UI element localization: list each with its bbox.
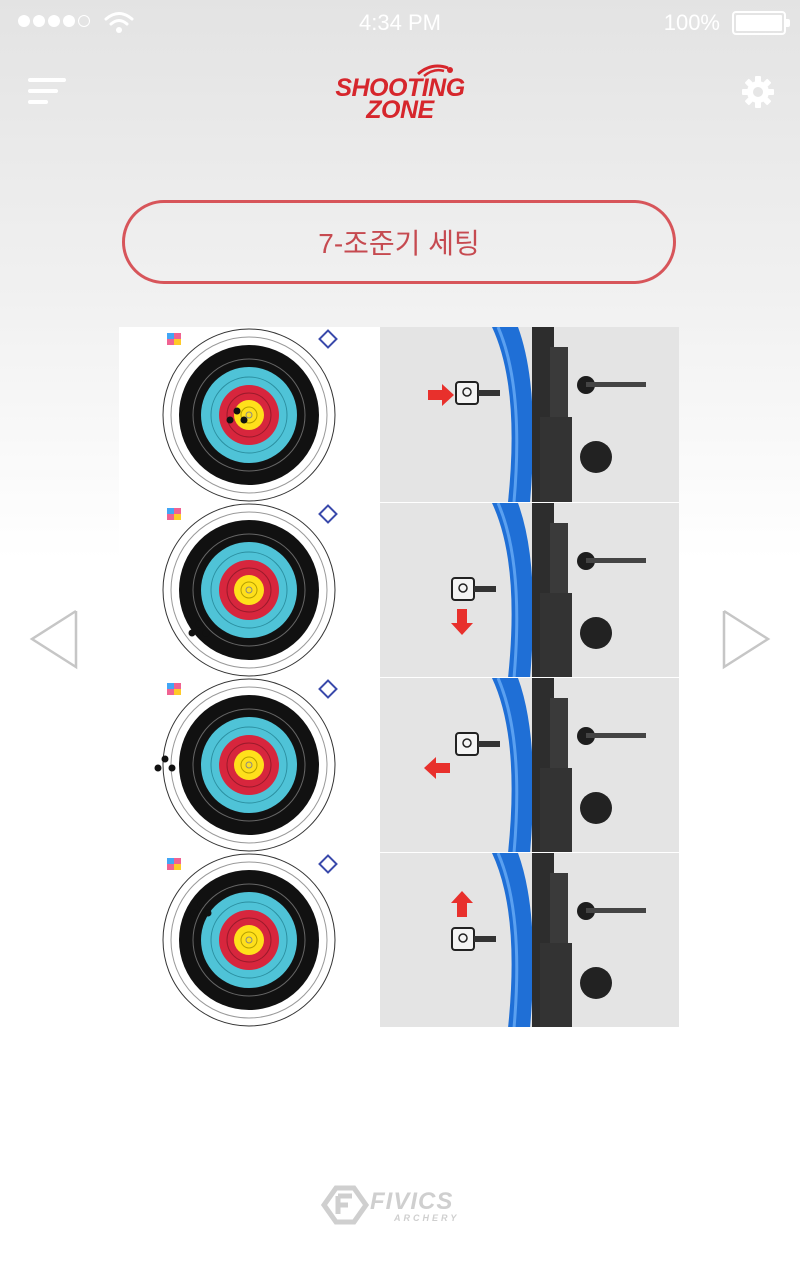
chevron-left-icon[interactable] xyxy=(28,608,80,670)
step-row xyxy=(119,852,679,1027)
step-row xyxy=(119,677,679,852)
fivics-logo: FIVICS ARCHERY xyxy=(318,1184,482,1226)
bow-sight-photo xyxy=(379,502,679,677)
footer-brand: FIVICS xyxy=(370,1188,454,1215)
footer-brand-sub: ARCHERY xyxy=(394,1213,460,1223)
bow-sight-photo xyxy=(379,327,679,502)
logo-text-zone: ZONE xyxy=(366,96,434,124)
sight-setting-grid xyxy=(119,327,679,1027)
target-face-image xyxy=(119,502,379,677)
chevron-right-icon[interactable] xyxy=(720,608,772,670)
app-logo: SHOOTING ZONE xyxy=(300,62,500,128)
target-face-image xyxy=(119,327,379,502)
battery-percent: 100% xyxy=(663,10,720,35)
bow-sight-photo xyxy=(379,677,679,852)
bow-sight-photo xyxy=(379,852,679,1027)
step-row xyxy=(119,502,679,677)
gear-icon[interactable] xyxy=(738,72,778,112)
target-face-image xyxy=(119,852,379,1027)
step-row xyxy=(119,327,679,502)
battery-icon xyxy=(732,11,790,35)
menu-icon[interactable] xyxy=(28,76,68,108)
target-face-image xyxy=(119,677,379,852)
status-bar: 4:34 PM 100% xyxy=(0,0,800,46)
page-title-button[interactable]: 7-조준기 세팅 xyxy=(122,200,676,284)
